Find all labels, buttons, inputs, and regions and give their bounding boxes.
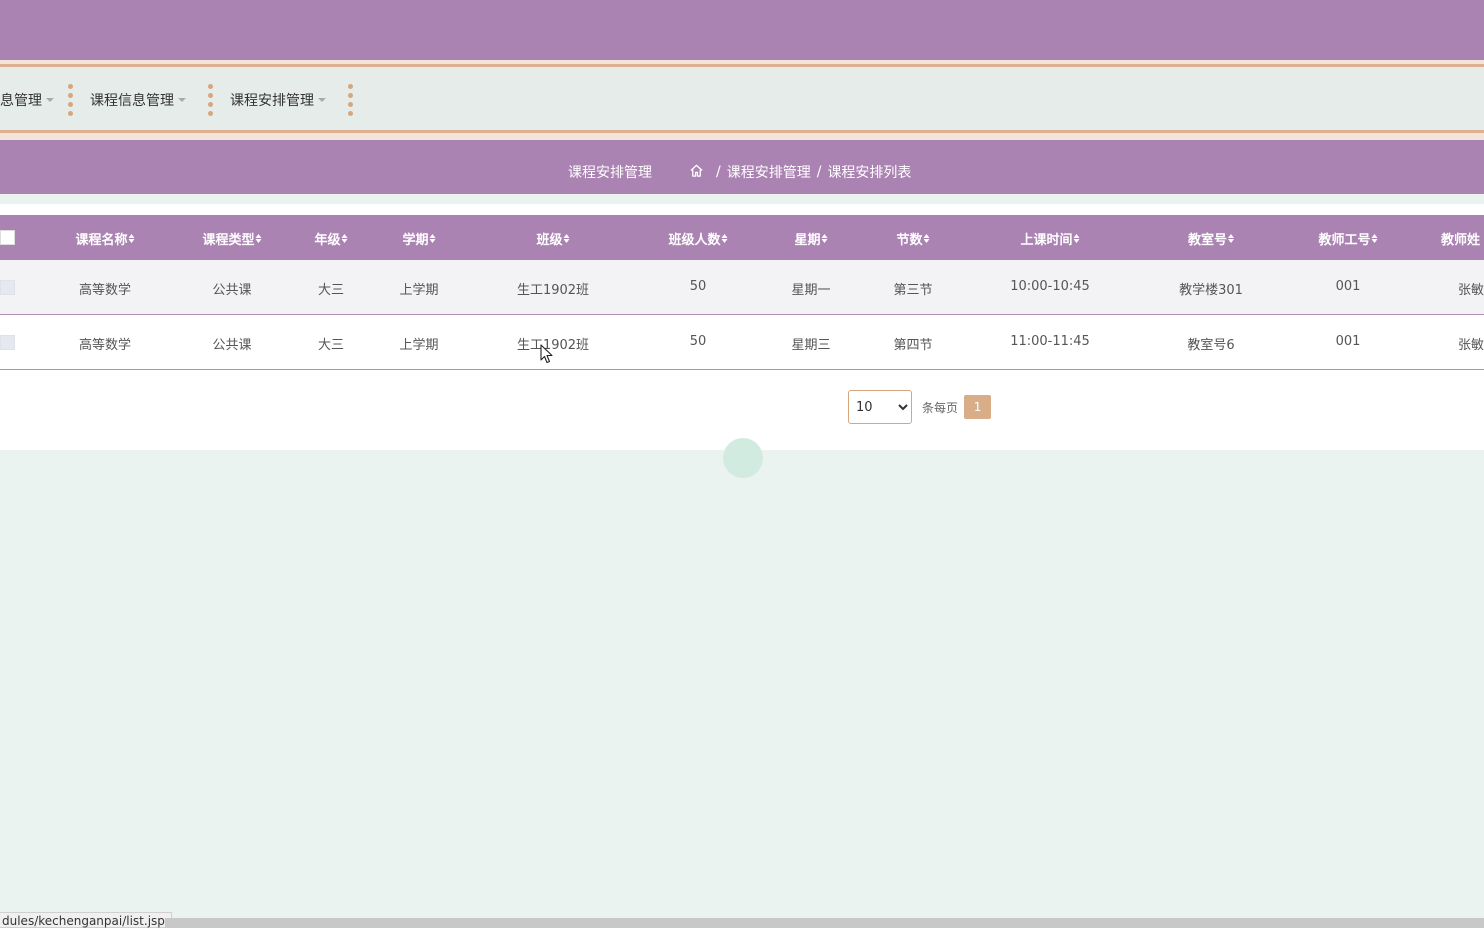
- chevron-down-icon: [46, 98, 54, 102]
- column-header-label: 教师姓: [1441, 233, 1481, 248]
- column-header[interactable]: 节数: [896, 229, 930, 248]
- column-header-label: 教室号: [1187, 233, 1228, 248]
- table-cell: 生工1902班: [516, 283, 590, 298]
- column-header-label: 上课时间: [1020, 233, 1073, 248]
- table-cell: 上学期: [399, 283, 439, 298]
- select-all-checkbox[interactable]: [0, 230, 15, 245]
- top-header-bar: [0, 0, 1484, 60]
- page-button-current[interactable]: 1: [964, 395, 992, 419]
- row-checkbox[interactable]: [0, 280, 15, 295]
- table-cell: 001: [1335, 334, 1361, 349]
- column-header-label: 节数: [896, 233, 923, 248]
- sort-icon: [1073, 234, 1080, 243]
- column-header-label: 学期: [402, 233, 429, 248]
- nav-item-course-info[interactable]: 课程信息管理: [90, 90, 186, 110]
- nav-item-info-management[interactable]: 息管理: [0, 90, 54, 110]
- column-header-label: 年级: [314, 233, 341, 248]
- per-page-label: 条每页: [922, 400, 959, 415]
- table-cell: 001: [1335, 279, 1361, 294]
- table-cell: 50: [689, 334, 707, 349]
- table-cell: 生工1902班: [516, 338, 590, 353]
- table-cell: 大三: [317, 338, 345, 353]
- table-cell: 公共课: [212, 283, 252, 298]
- main-nav: 息管理 课程信息管理 课程安排管理: [0, 67, 1484, 130]
- column-header[interactable]: 课程类型: [202, 229, 262, 248]
- column-header-label: 教师工号: [1318, 233, 1371, 248]
- breadcrumb-separator: /: [716, 164, 721, 180]
- table-cell: 高等数学: [78, 338, 132, 353]
- column-header[interactable]: 课程名称: [75, 229, 135, 248]
- home-icon[interactable]: [689, 163, 704, 182]
- table-cell: 公共课: [212, 338, 252, 353]
- sort-icon: [1228, 234, 1235, 243]
- nav-item-label: 息管理: [0, 93, 42, 109]
- breadcrumb-bar: 课程安排管理 / 课程安排管理 / 课程安排列表: [0, 140, 1484, 194]
- sort-icon: [255, 234, 262, 243]
- column-header-label: 班级: [536, 233, 563, 248]
- page-title: 课程安排管理: [568, 165, 652, 181]
- column-header[interactable]: 教室号: [1187, 229, 1235, 248]
- pagination: 10 条每页 1: [848, 390, 992, 424]
- column-header-label: 课程类型: [202, 233, 255, 248]
- column-header[interactable]: 教师工号: [1318, 229, 1378, 248]
- column-header[interactable]: 学期: [402, 229, 436, 248]
- column-header-label: 班级人数: [668, 233, 721, 248]
- sort-icon: [341, 234, 348, 243]
- column-header[interactable]: 星期: [794, 229, 828, 248]
- sort-icon: [721, 234, 728, 243]
- row-checkbox[interactable]: [0, 335, 15, 350]
- sort-icon: [923, 234, 930, 243]
- table-cell: 第三节: [893, 283, 933, 298]
- table-cell: 张敏: [1458, 338, 1484, 353]
- nav-item-course-schedule[interactable]: 课程安排管理: [230, 90, 326, 110]
- table-cell: 第四节: [893, 338, 933, 353]
- table-cell: 10:00-10:45: [1010, 279, 1090, 294]
- column-header[interactable]: 年级: [314, 229, 348, 248]
- breadcrumb-item: 课程安排列表: [827, 165, 912, 181]
- breadcrumb-item[interactable]: 课程安排管理: [727, 162, 811, 182]
- sort-icon: [429, 234, 436, 243]
- table-cell: 教室号6: [1187, 338, 1235, 353]
- table-cell: 星期一: [791, 283, 831, 298]
- table-row[interactable]: 高等数学 公共课 大三 上学期 生工1902班 50 星期一 第三节 10:00…: [0, 260, 1484, 315]
- sort-icon: [821, 234, 828, 243]
- column-header[interactable]: 班级人数: [668, 229, 728, 248]
- chevron-down-icon: [318, 98, 326, 102]
- column-header[interactable]: 班级: [536, 229, 570, 248]
- table-cell: 11:00-11:45: [1010, 334, 1090, 349]
- column-header[interactable]: 上课时间: [1020, 229, 1080, 248]
- chevron-down-icon: [178, 98, 186, 102]
- nav-item-label: 课程安排管理: [230, 93, 314, 109]
- horizontal-scrollbar[interactable]: [165, 918, 1484, 928]
- column-header-label: 课程名称: [75, 233, 128, 248]
- sort-icon: [128, 234, 135, 243]
- breadcrumb: / 课程安排管理 / 课程安排列表: [689, 162, 911, 182]
- table-cell: 张敏: [1458, 283, 1484, 298]
- table-cell: 星期三: [791, 338, 831, 353]
- nav-separator: [208, 84, 213, 116]
- mouse-cursor-icon: [540, 344, 553, 368]
- status-bar-url: dules/kechenganpai/list.jsp: [0, 912, 172, 928]
- column-header[interactable]: 教师姓: [1441, 229, 1480, 248]
- table-cell: 上学期: [399, 338, 439, 353]
- column-header-label: 星期: [794, 233, 821, 248]
- sort-icon: [563, 234, 570, 243]
- table-header: 课程名称 课程类型 年级 学期 班级 班级人数 星期 节数 上课时间 教室号 教…: [0, 215, 1484, 260]
- nav-item-label: 课程信息管理: [90, 93, 174, 109]
- table-cell: 50: [689, 279, 707, 294]
- table-cell: 教学楼301: [1179, 283, 1243, 298]
- table-cell: 高等数学: [78, 283, 132, 298]
- table-row[interactable]: 高等数学 公共课 大三 上学期 生工1902班 50 星期三 第四节 11:00…: [0, 315, 1484, 370]
- sort-icon: [1371, 234, 1378, 243]
- nav-stripe: [0, 133, 1484, 140]
- page-size-select[interactable]: 10: [848, 390, 912, 424]
- breadcrumb-separator: /: [816, 164, 822, 180]
- nav-separator: [348, 84, 353, 116]
- table-cell: 大三: [317, 283, 345, 298]
- loading-ripple: [723, 438, 763, 478]
- nav-separator: [68, 84, 73, 116]
